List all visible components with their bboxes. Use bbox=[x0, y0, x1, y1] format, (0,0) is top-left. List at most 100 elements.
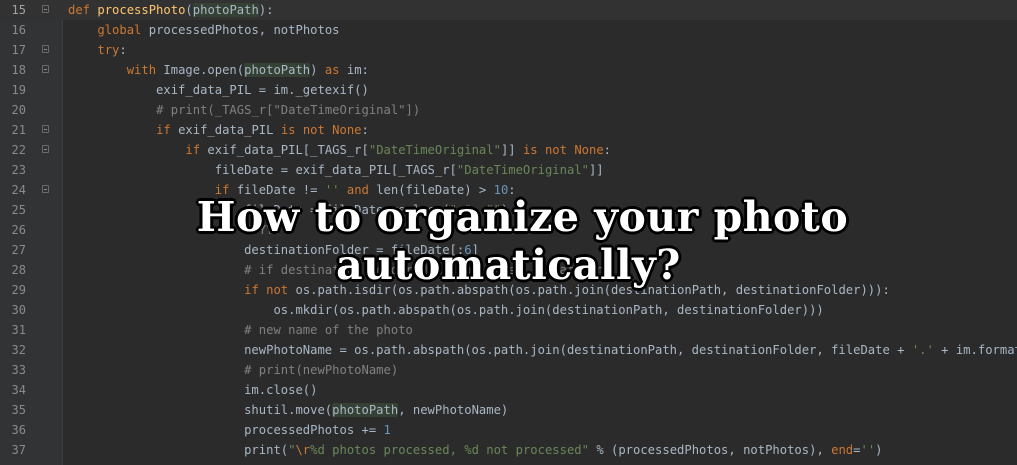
token: ]] bbox=[500, 143, 523, 157]
token-kw: with bbox=[126, 63, 164, 77]
code-line[interactable]: 19 exif_data_PIL = im._getexif() bbox=[0, 80, 1017, 100]
code-line[interactable]: 33 # print(newPhotoName) bbox=[0, 360, 1017, 380]
code-line[interactable]: 37 print("\r%d photos processed, %d not … bbox=[0, 440, 1017, 460]
code-text: os.mkdir(os.path.abspath(os.path.join(de… bbox=[68, 300, 823, 320]
token: ( bbox=[185, 3, 193, 17]
line-number: 23 bbox=[11, 163, 26, 177]
token-kw: is not None bbox=[522, 143, 604, 157]
token-kw: try bbox=[97, 43, 120, 57]
code-line[interactable]: 18 with Image.open(photoPath) as im: bbox=[0, 60, 1017, 80]
token-hl: photoPath bbox=[244, 63, 311, 77]
token: ) bbox=[310, 63, 325, 77]
line-number: 19 bbox=[11, 83, 26, 97]
code-text: # print(_TAGS_r["DateTimeOriginal"]) bbox=[68, 100, 420, 120]
fold-icon[interactable] bbox=[42, 185, 49, 193]
token: : bbox=[603, 143, 612, 157]
token: fileDate = exif_data_PIL[_TAGS_r[ bbox=[68, 163, 457, 177]
token-str: "DateTimeOriginal" bbox=[368, 143, 501, 157]
token: : bbox=[119, 43, 127, 57]
token-kw: def bbox=[68, 3, 98, 17]
code-line[interactable]: 20 # print(_TAGS_r["DateTimeOriginal"]) bbox=[0, 100, 1017, 120]
token: processedPhotos += bbox=[68, 423, 384, 437]
line-number: 32 bbox=[11, 343, 26, 357]
code-line[interactable]: 31 # new name of the photo bbox=[0, 320, 1017, 340]
code-line[interactable]: 21 if exif_data_PIL is not None: bbox=[0, 120, 1017, 140]
token: : bbox=[361, 123, 369, 137]
token-com: # print(_TAGS_r["DateTimeOriginal"]) bbox=[156, 103, 421, 117]
code-line[interactable]: 34 im.close() bbox=[0, 380, 1017, 400]
code-line[interactable]: 16 global processedPhotos, notPhotos bbox=[0, 20, 1017, 40]
token-hl: photoPath bbox=[332, 403, 399, 417]
token: im.close() bbox=[68, 383, 318, 397]
line-number: 17 bbox=[11, 43, 26, 57]
code-line[interactable]: 22 if exif_data_PIL[_TAGS_r["DateTimeOri… bbox=[0, 140, 1017, 160]
fold-icon[interactable] bbox=[42, 145, 49, 153]
token-str: '.' bbox=[911, 343, 934, 357]
token-com: # new name of the photo bbox=[244, 323, 413, 337]
token: % (processedPhotos, notPhotos), bbox=[588, 443, 832, 457]
token-kw: if bbox=[185, 143, 208, 157]
code-line[interactable]: 35 shutil.move(photoPath, newPhotoName) bbox=[0, 400, 1017, 420]
code-line[interactable]: 32 newPhotoName = os.path.abspath(os.pat… bbox=[0, 340, 1017, 360]
token-str: %d photos processed, %d not processed" bbox=[310, 443, 589, 457]
line-number: 35 bbox=[11, 403, 26, 417]
line-number: 18 bbox=[11, 63, 26, 77]
line-number: 21 bbox=[11, 123, 26, 137]
code-line[interactable]: 30 os.mkdir(os.path.abspath(os.path.join… bbox=[0, 300, 1017, 320]
code-text: exif_data_PIL = im._getexif() bbox=[68, 80, 369, 100]
fold-icon[interactable] bbox=[42, 45, 49, 53]
code-text: newPhotoName = os.path.abspath(os.path.j… bbox=[68, 340, 1017, 360]
token-str: '' bbox=[860, 443, 876, 457]
code-line[interactable]: 23 fileDate = exif_data_PIL[_TAGS_r["Dat… bbox=[0, 160, 1017, 180]
code-text: def processPhoto(photoPath): bbox=[68, 0, 274, 20]
token: Image.open( bbox=[163, 63, 245, 77]
token: newPhotoName = os.path.abspath(os.path.j… bbox=[68, 343, 912, 357]
code-line[interactable]: 17 try: bbox=[0, 40, 1017, 60]
token-hl: photoPath bbox=[192, 3, 259, 17]
code-text: shutil.move(photoPath, newPhotoName) bbox=[68, 400, 508, 420]
code-text: # new name of the photo bbox=[68, 320, 413, 340]
line-number: 20 bbox=[11, 103, 26, 117]
token: shutil.move( bbox=[68, 403, 333, 417]
token: ]] bbox=[588, 163, 604, 177]
overlay-title: How to organize your photo automatically… bbox=[0, 193, 1017, 289]
fold-icon[interactable] bbox=[42, 65, 49, 73]
code-text: # print(newPhotoName) bbox=[68, 360, 398, 380]
code-text: if exif_data_PIL[_TAGS_r["DateTimeOrigin… bbox=[68, 140, 611, 160]
line-number: 31 bbox=[11, 323, 26, 337]
fold-icon[interactable] bbox=[42, 5, 49, 13]
token: , newPhotoName) bbox=[398, 403, 509, 417]
token-fn: processPhoto bbox=[97, 3, 186, 17]
overlay-title-text: How to organize your photo automatically… bbox=[196, 193, 849, 289]
line-number: 30 bbox=[11, 303, 26, 317]
line-number: 36 bbox=[11, 423, 26, 437]
line-number: 33 bbox=[11, 363, 26, 377]
code-text: print("\r%d photos processed, %d not pro… bbox=[68, 440, 882, 460]
code-text: try: bbox=[68, 40, 127, 60]
code-line[interactable]: 36 processedPhotos += 1 bbox=[0, 420, 1017, 440]
line-number: 37 bbox=[11, 443, 26, 457]
token: + im.format)) bbox=[941, 343, 1017, 357]
token: print( bbox=[68, 443, 289, 457]
token: exif_data_PIL bbox=[178, 123, 281, 137]
token-kw: end bbox=[831, 443, 854, 457]
code-line[interactable]: 15 def processPhoto(photoPath): bbox=[0, 0, 1017, 20]
token: processedPhotos, notPhotos bbox=[148, 23, 340, 37]
token-kw: if bbox=[156, 123, 179, 137]
token: im: bbox=[346, 63, 369, 77]
token-kw: global bbox=[97, 23, 149, 37]
token: exif_data_PIL[_TAGS_r[ bbox=[207, 143, 369, 157]
line-number: 22 bbox=[11, 143, 26, 157]
token: exif_data_PIL = im._getexif() bbox=[68, 83, 369, 97]
code-text: global processedPhotos, notPhotos bbox=[68, 20, 340, 40]
token-str: "DateTimeOriginal" bbox=[456, 163, 589, 177]
line-number: 34 bbox=[11, 383, 26, 397]
code-text: fileDate = exif_data_PIL[_TAGS_r["DateTi… bbox=[68, 160, 604, 180]
fold-icon[interactable] bbox=[42, 125, 49, 133]
